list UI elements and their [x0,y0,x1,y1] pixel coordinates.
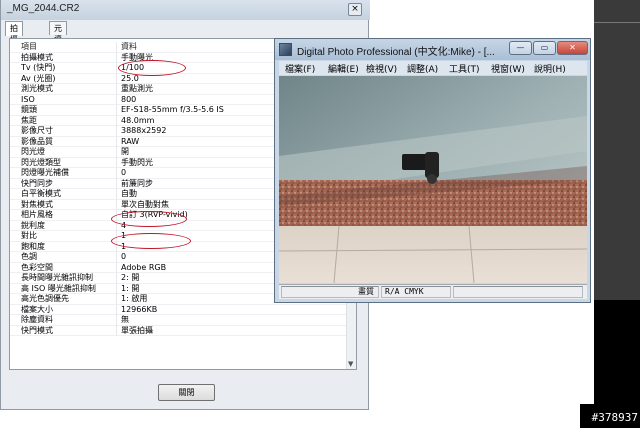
menu-file[interactable]: 檔案(F) [285,62,315,75]
row-value: 無 [121,315,129,324]
row-key: 飽和度 [21,241,45,251]
row-key: Av (光圈) [21,73,56,83]
row-key: 白平衡模式 [21,189,61,198]
window-title: _MG_2044.CR2 [7,3,80,14]
photo-image [279,76,587,283]
header-item: 項目 [21,42,37,51]
highlight-ellipse [111,211,187,227]
minimize-icon[interactable]: — [509,41,532,55]
menu-edit[interactable]: 編輯(E) [328,62,359,75]
row-value: 開 [121,147,129,156]
row-key: 影像品質 [21,136,53,146]
status-empty [453,286,583,298]
close-icon[interactable]: × [348,3,362,16]
row-value: EF-S18-55mm f/3.5-5.6 IS [121,105,224,114]
row-key: 色調 [21,252,37,261]
table-row[interactable]: 除塵資料 無 [10,315,346,326]
row-key: 對焦模式 [21,199,53,209]
scroll-down-icon[interactable]: ▼ [348,360,353,368]
row-key: 檔案大小 [21,304,53,314]
row-value: 800 [121,94,137,104]
row-key: 相片風格 [21,210,53,219]
tab-metadata[interactable]: 元資料 [49,21,67,55]
row-value: 重點測光 [121,84,153,93]
row-value: 2: 開 [121,273,140,282]
row-value: 單張拍攝 [121,325,153,335]
window-title: Digital Photo Professional (中文化:Mike) - … [297,47,495,58]
row-key: 測光模式 [21,84,53,93]
row-key: Tv (快門) [21,63,56,72]
row-key: 快門同步 [21,178,53,188]
row-key: 影像尺寸 [21,126,53,135]
row-value: 12966KB [121,304,158,314]
close-button[interactable]: 關閉 [158,384,215,401]
row-key: 對比 [21,231,37,240]
title-bar[interactable]: Digital Photo Professional (中文化:Mike) - … [275,39,590,60]
row-key: 鏡頭 [21,105,37,114]
row-key: 長時間曝光雜訊抑制 [21,273,93,282]
row-key: ISO [21,94,35,104]
row-key: 色彩空間 [21,262,53,272]
close-icon[interactable]: ✕ [557,41,588,55]
row-key: 閃燈曝光補償 [21,168,69,177]
status-colormode: R/A CMYK [381,286,451,298]
menu-window[interactable]: 視窗(W) [491,62,525,75]
row-key: 閃光燈 [21,147,45,156]
table-row[interactable]: 快門模式 單張拍攝 [10,325,346,336]
photo-preview[interactable] [279,76,587,283]
row-key: 焦距 [21,115,37,125]
row-value: 0 [121,252,127,261]
row-key: 快門模式 [21,325,53,335]
row-key: 高光色調優先 [21,294,69,303]
maximize-icon[interactable]: ▭ [533,41,556,55]
highlight-ellipse [118,60,186,76]
header-value: 資料 [121,42,137,51]
menu-bar: 檔案(F) 編輯(E) 檢視(V) 調整(A) 工具(T) 視窗(W) 說明(H… [279,61,587,75]
row-value: 1: 啟用 [121,294,148,303]
menu-tools[interactable]: 工具(T) [449,62,480,75]
row-value: 自動 [121,189,137,198]
status-bar: 畫質 R/A CMYK [279,284,587,299]
dpp-window: Digital Photo Professional (中文化:Mike) - … [274,38,591,303]
status-quality: 畫質 [281,286,379,298]
row-value: 1: 開 [121,283,140,293]
row-key: 銳利度 [21,220,45,230]
row-value: 3888x2592 [121,126,167,135]
title-bar[interactable]: _MG_2044.CR2 × [1,0,370,20]
row-value: RAW [121,136,140,146]
table-row[interactable]: 檔案大小 12966KB [10,304,346,315]
row-value: 單次自動對焦 [121,199,169,209]
menu-view[interactable]: 檢視(V) [366,62,397,75]
app-icon [279,43,292,56]
watermark-text: #378937 [591,411,638,424]
menu-help[interactable]: 說明(H) [534,62,566,75]
row-key: 高 ISO 曝光雜訊抑制 [21,283,96,293]
row-value: 48.0mm [121,115,155,125]
row-key: 閃光燈類型 [21,157,61,167]
highlight-ellipse [111,233,191,249]
row-value: Adobe RGB [121,262,167,272]
row-value: 手動閃光 [121,157,153,167]
desktop-background [594,0,640,428]
menu-adjust[interactable]: 調整(A) [407,62,438,75]
tab-shooting-info[interactable]: 拍攝資訊 [5,21,23,66]
row-key: 除塵資料 [21,315,53,324]
row-key: 拍攝模式 [21,52,53,62]
row-value: 前簾同步 [121,178,153,188]
row-value: 0 [121,168,127,177]
